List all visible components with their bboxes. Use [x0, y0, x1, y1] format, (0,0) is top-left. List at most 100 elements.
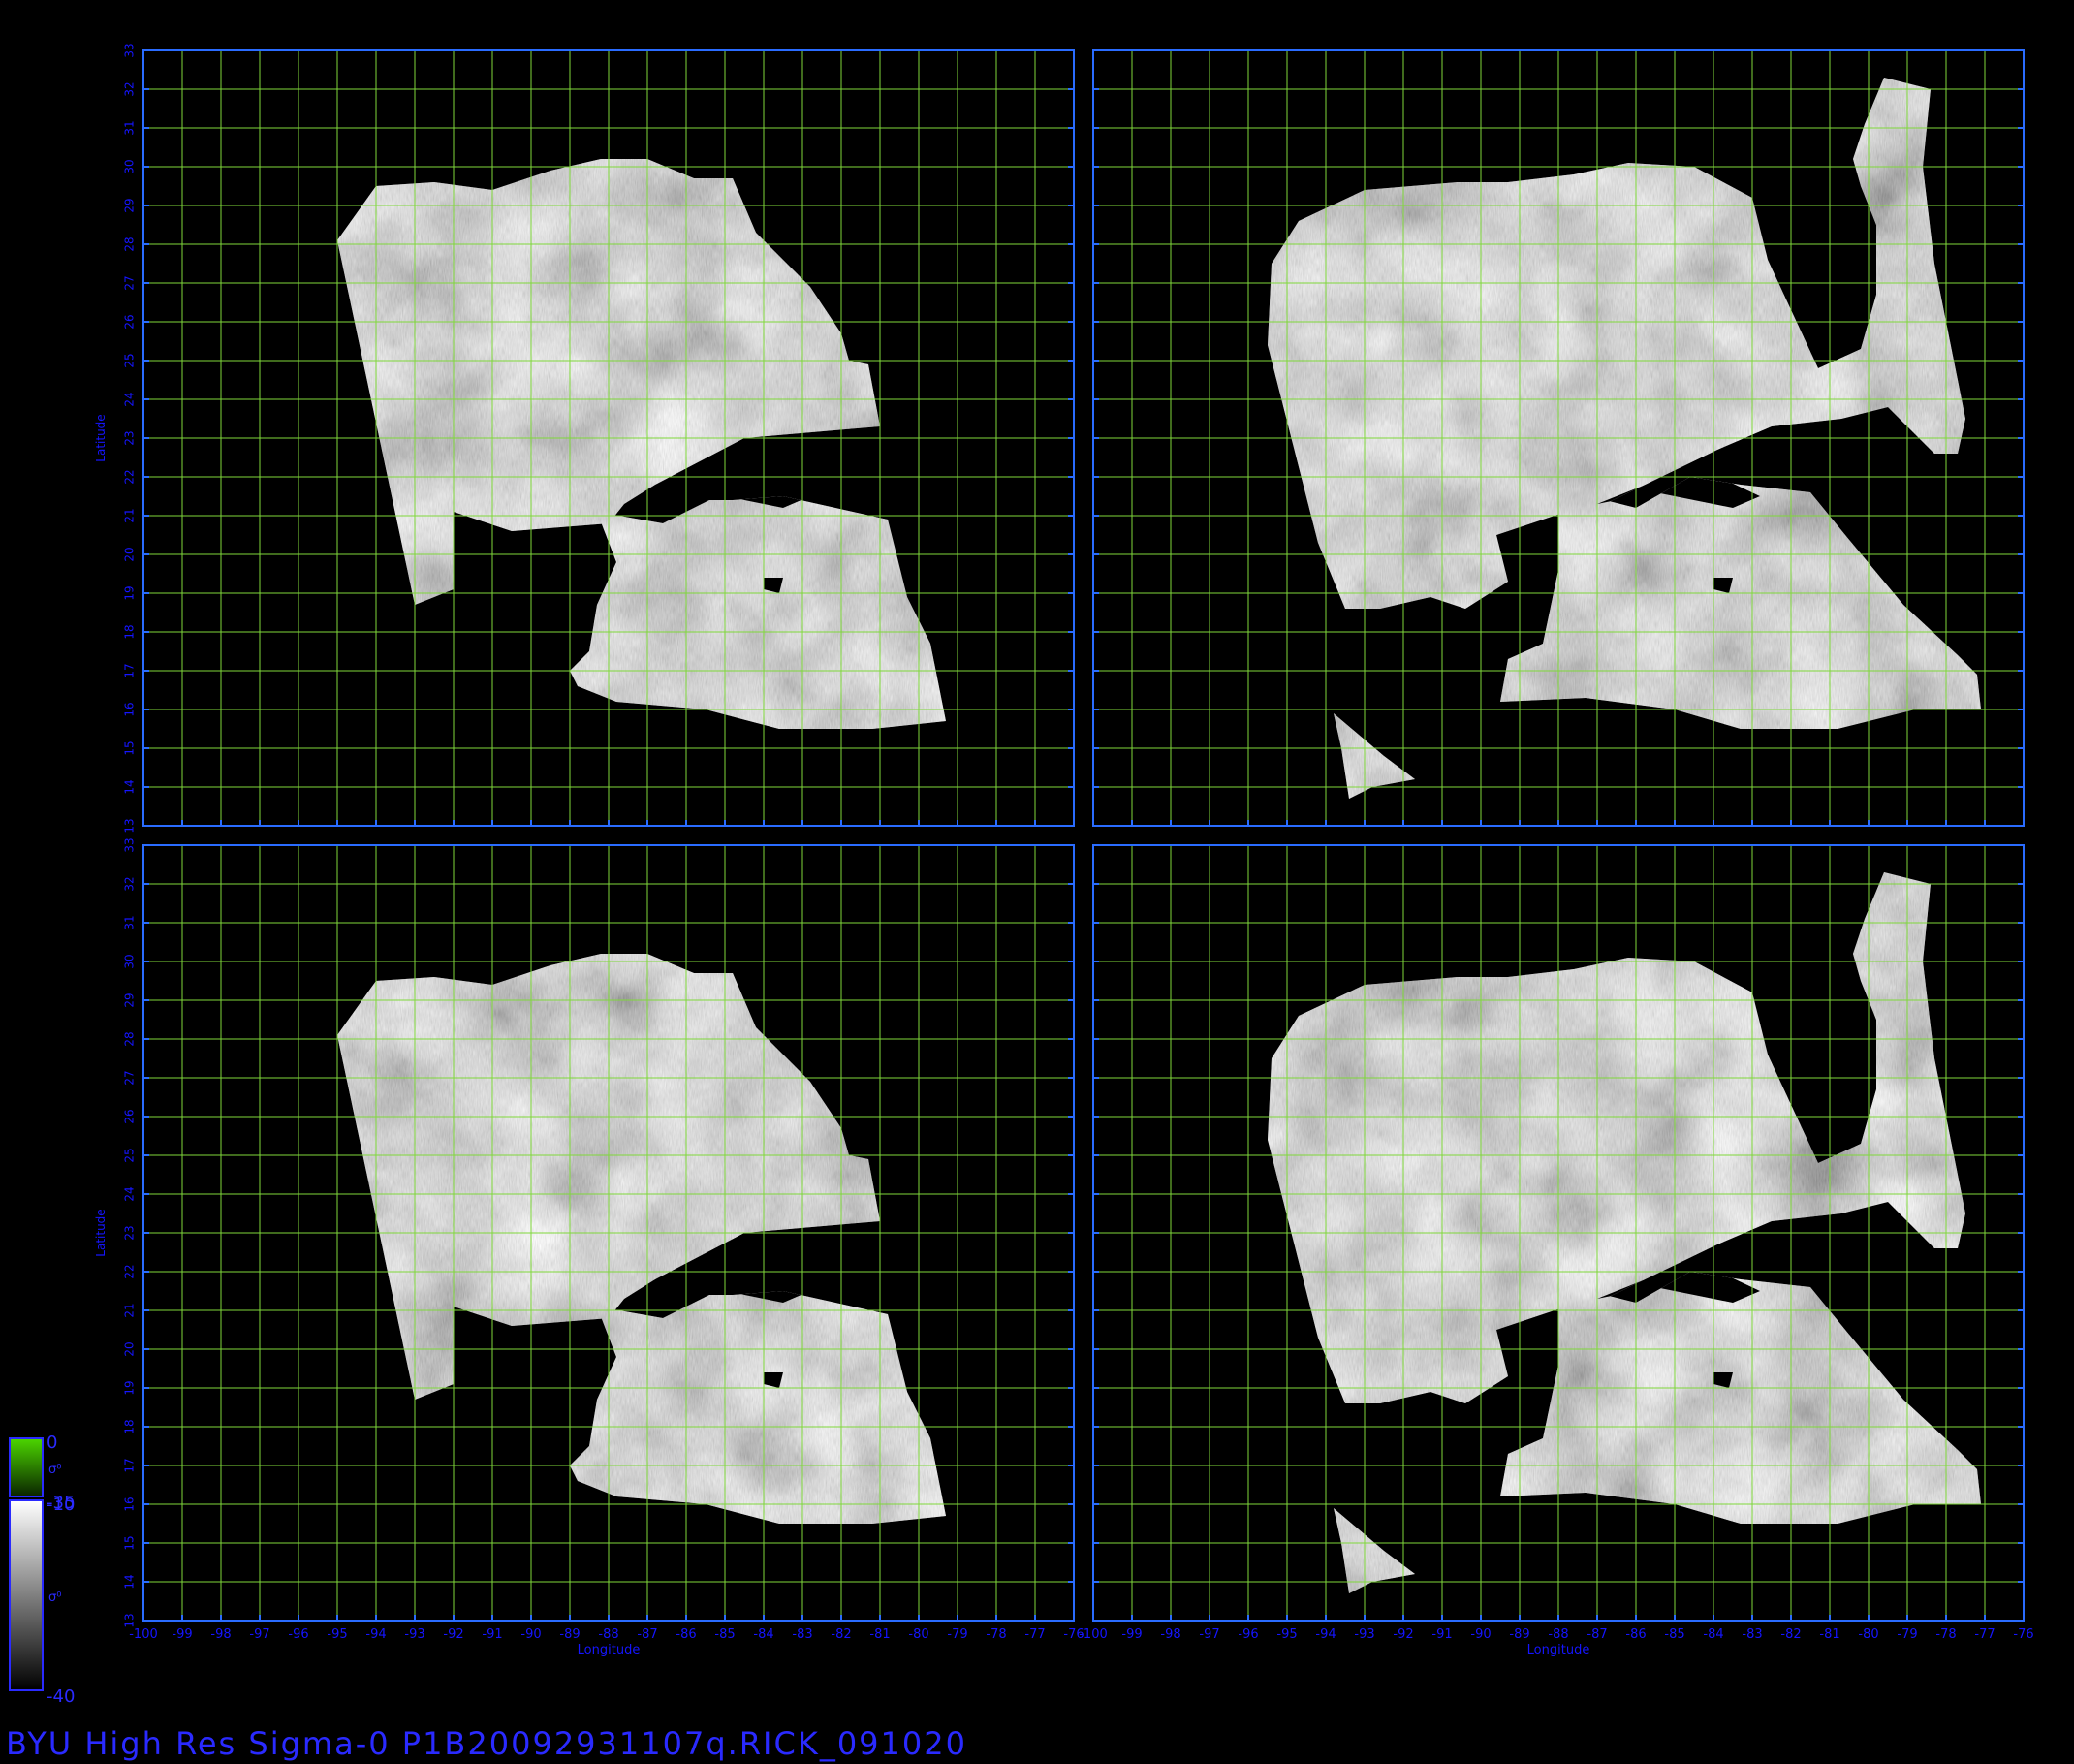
sigma0-symbol: σ⁰: [48, 1463, 61, 1477]
lon-tick-label: -88: [598, 1627, 618, 1642]
lat-tick-label: 31: [123, 120, 137, 135]
lat-tick-label: 28: [123, 1031, 137, 1046]
lon-tick-label: -86: [676, 1627, 696, 1642]
lon-tick-label: -77: [1974, 1627, 1995, 1642]
lon-tick-label: -82: [1780, 1627, 1801, 1642]
lon-tick-label: -91: [482, 1627, 502, 1642]
lon-tick-label: -94: [365, 1627, 386, 1642]
lon-tick-label: -92: [1393, 1627, 1413, 1642]
lat-tick-label: 17: [123, 663, 137, 677]
lon-tick-label: -84: [753, 1627, 773, 1642]
lat-tick-label: 21: [123, 1303, 137, 1317]
lon-tick-label: -92: [443, 1627, 463, 1642]
lon-tick-label: -76: [2013, 1627, 2033, 1642]
lat-tick-label: 27: [123, 1070, 137, 1085]
lat-tick-label: 13: [123, 818, 137, 833]
lon-tick-label: -80: [908, 1627, 928, 1642]
y-axis-label: Latitude: [94, 1209, 108, 1256]
lat-tick-label: 24: [123, 1186, 137, 1201]
lon-tick-label: -82: [831, 1627, 851, 1642]
lon-tick-label: -99: [1121, 1627, 1142, 1642]
map-panel-top-left: 13 14 15 16 17 18 19 20 21 22 23 24 25 26 27 28 29 30 31 32…: [94, 43, 1075, 834]
lon-tick-label: -96: [288, 1627, 308, 1642]
lon-tick-label: -96: [1238, 1627, 1258, 1642]
lon-tick-label: -87: [637, 1627, 657, 1642]
lon-tick-label: -90: [1470, 1627, 1491, 1642]
lat-tick-label: 33: [123, 837, 137, 852]
lon-tick-label: -78: [986, 1627, 1006, 1642]
lat-lon-grid: [1092, 844, 2025, 1622]
colorbar-top-label: 0: [47, 1433, 57, 1453]
colorbar-bottom-label: -40: [47, 1686, 75, 1707]
lon-tick-label: -85: [714, 1627, 735, 1642]
lat-tick-label: 22: [123, 1264, 137, 1278]
lat-tick-label: 15: [123, 740, 137, 755]
lat-tick-label: 15: [123, 1535, 137, 1550]
lat-tick-label: 21: [123, 508, 137, 522]
lon-tick-label: -79: [947, 1627, 967, 1642]
lat-tick-label: 26: [123, 314, 137, 329]
figure-title: BYU High Res Sigma-0 P1B20092931107q.RIC…: [6, 1725, 967, 1762]
lon-tick-label: -89: [559, 1627, 580, 1642]
lat-tick-label: 14: [123, 1574, 137, 1589]
lat-tick-label: 18: [123, 1419, 137, 1433]
lon-tick-label: -95: [1276, 1627, 1297, 1642]
lon-tick-label: -100: [1079, 1627, 1108, 1642]
lat-tick-label: 29: [123, 198, 137, 212]
lat-tick-label: 32: [123, 876, 137, 891]
lon-tick-label: -88: [1548, 1627, 1568, 1642]
map-panel-top-right: [1092, 49, 2025, 827]
lon-tick-label: -94: [1315, 1627, 1336, 1642]
colorbar-2: -10 -40 σ⁰: [9, 1495, 75, 1707]
lat-tick-label: 16: [123, 1496, 137, 1511]
lat-tick-label: 23: [123, 430, 137, 445]
lat-tick-label: 14: [123, 779, 137, 794]
lat-tick-label: 23: [123, 1225, 137, 1240]
lon-tick-label: -83: [792, 1627, 812, 1642]
lon-tick-label: -93: [1354, 1627, 1374, 1642]
lat-tick-label: 20: [123, 1341, 137, 1356]
lon-tick-label: -98: [210, 1627, 231, 1642]
lat-lon-grid: [142, 844, 1075, 1622]
sigma0-symbol: σ⁰: [48, 1591, 61, 1605]
lat-tick-label: 30: [123, 159, 137, 173]
lon-tick-label: -79: [1897, 1627, 1917, 1642]
map-panel-bottom-right: -100 -99 -98 -97 -96 -95 -94 -93 -92 -91 -90 -89 -88…: [1079, 844, 2034, 1657]
lat-tick-label: 13: [123, 1613, 137, 1627]
lon-tick-label: -81: [1819, 1627, 1839, 1642]
x-axis-label: Longitude: [1527, 1643, 1590, 1657]
lat-tick-label: 19: [123, 585, 137, 600]
lon-tick-label: -84: [1703, 1627, 1723, 1642]
colorbar-legend: 0-35σ⁰-10-40σ⁰: [9, 1433, 75, 1707]
lon-tick-label: -90: [520, 1627, 541, 1642]
lat-tick-label: 29: [123, 992, 137, 1007]
map-figure: 13 14 15 16 17 18 19 20 21 22 23 24 25 26 27 28 29 30 31 32…: [9, 43, 2034, 1707]
lat-tick-label: 28: [123, 236, 137, 251]
lon-tick-label: -85: [1664, 1627, 1684, 1642]
lat-tick-label: 24: [123, 392, 137, 406]
lon-tick-label: -83: [1742, 1627, 1762, 1642]
lat-tick-label: 32: [123, 81, 137, 96]
lon-tick-label: -78: [1935, 1627, 1956, 1642]
lat-tick-label: 22: [123, 469, 137, 484]
lon-tick-label: -89: [1509, 1627, 1529, 1642]
lat-tick-label: 18: [123, 624, 137, 639]
lat-tick-label: 31: [123, 915, 137, 929]
colorbar-top-label: -10: [47, 1495, 75, 1515]
lat-lon-grid: [1092, 49, 2025, 827]
lat-tick-label: 16: [123, 702, 137, 716]
lon-tick-label: -97: [1199, 1627, 1219, 1642]
lon-tick-label: -77: [1024, 1627, 1045, 1642]
lon-tick-label: -100: [129, 1627, 158, 1642]
map-panel-bottom-left: 13 14 15 16 17 18 19 20 21 22 23 24 25 26 27 28 29 30 31 32…: [94, 837, 1084, 1657]
lat-tick-label: 33: [123, 43, 137, 57]
lat-tick-label: 20: [123, 547, 137, 561]
lat-tick-label: 19: [123, 1380, 137, 1395]
lon-tick-label: -93: [404, 1627, 424, 1642]
lat-tick-label: 25: [123, 353, 137, 367]
lat-tick-label: 30: [123, 954, 137, 968]
lon-tick-label: -80: [1858, 1627, 1878, 1642]
x-axis-label: Longitude: [578, 1643, 641, 1657]
lon-tick-label: -97: [249, 1627, 269, 1642]
lat-lon-grid: [142, 49, 1075, 827]
